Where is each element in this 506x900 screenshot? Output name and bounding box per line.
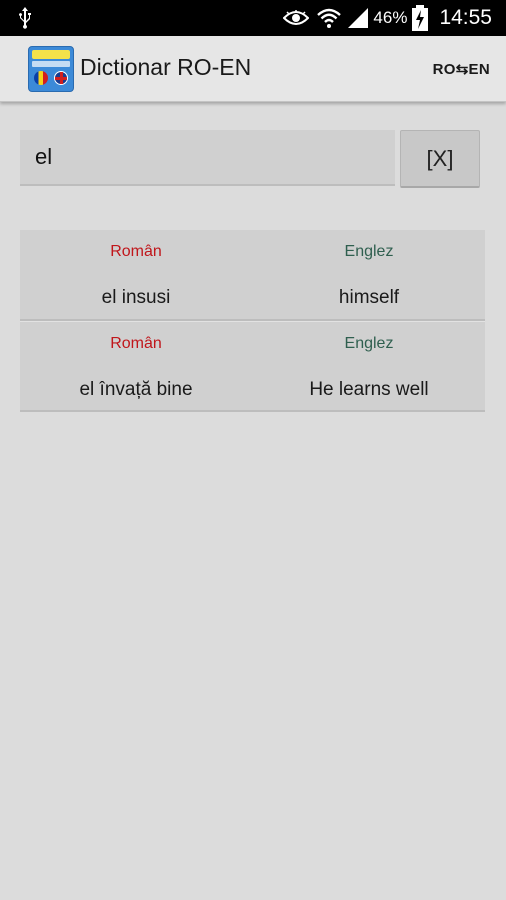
english-translation: He learns well (309, 379, 429, 400)
romanian-label: Român (110, 243, 162, 260)
battery-percent: 46% (373, 8, 408, 27)
wifi-icon (317, 8, 342, 28)
eye-icon (283, 10, 310, 25)
results-list: Român Englez el insusi himself Român Eng… (20, 230, 485, 412)
language-swap-button[interactable]: RO⇆EN (433, 60, 490, 78)
dictionary-logo-icon (28, 46, 74, 92)
result-item[interactable]: Român Englez el învață bine He learns we… (20, 321, 485, 412)
romanian-label: Român (110, 335, 162, 352)
battery-charging-icon (412, 5, 429, 31)
english-label: Englez (344, 335, 394, 352)
action-bar: Dictionar RO-EN RO⇆EN (0, 36, 506, 102)
search-input[interactable] (20, 130, 395, 186)
signal-icon (348, 8, 369, 28)
romanian-word: el învață bine (79, 379, 193, 400)
romanian-word: el insusi (101, 287, 171, 308)
clock: 14:55 (439, 6, 492, 29)
result-item[interactable]: Român Englez el insusi himself (20, 230, 485, 321)
english-translation: himself (338, 287, 400, 308)
status-bar: 46% 14:55 (0, 0, 506, 36)
app-title: Dictionar RO-EN (80, 54, 252, 80)
english-label: Englez (344, 243, 394, 260)
usb-icon (19, 7, 31, 29)
clear-button[interactable]: [X] (400, 130, 480, 188)
